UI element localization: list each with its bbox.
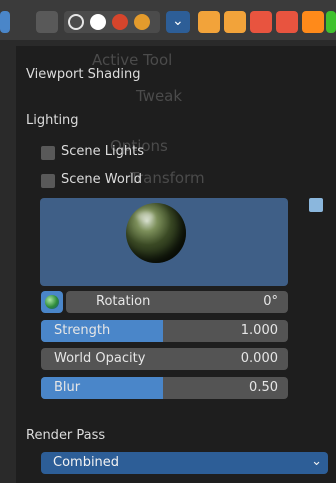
rotation-field[interactable]: Rotation 0° xyxy=(66,291,288,313)
chevron-down-icon: ⌄ xyxy=(172,13,184,29)
world-opacity-value: 0.000 xyxy=(240,351,278,366)
stop-icon[interactable] xyxy=(302,11,324,33)
chevron-down-icon: ⌄ xyxy=(311,454,322,469)
wireframe-icon[interactable] xyxy=(68,14,84,30)
world-space-lighting-toggle[interactable] xyxy=(41,291,63,313)
popup-title: Viewport Shading xyxy=(26,67,141,82)
window-icon[interactable] xyxy=(276,11,298,33)
render-pass-dropdown[interactable]: Combined ⌄ xyxy=(41,452,328,474)
overlay-button[interactable] xyxy=(36,11,58,33)
home-icon[interactable] xyxy=(224,11,246,33)
section-lighting: Lighting xyxy=(26,113,79,128)
blur-value: 0.50 xyxy=(249,380,278,395)
world-opacity-label: World Opacity xyxy=(54,351,146,366)
strength-value: 1.000 xyxy=(240,323,278,338)
scene-lights-label: Scene Lights xyxy=(61,144,144,159)
hdri-sphere-preview xyxy=(126,203,186,263)
house-icon[interactable] xyxy=(198,11,220,33)
scene-world-checkbox[interactable] xyxy=(41,174,55,188)
render-pass-label: Render Pass xyxy=(26,428,106,443)
strength-field[interactable]: Strength 1.000 xyxy=(41,320,288,342)
render-pass-value: Combined xyxy=(53,455,120,470)
blur-field[interactable]: Blur 0.50 xyxy=(41,377,288,399)
rotation-label: Rotation xyxy=(96,294,151,309)
solid-shading-icon[interactable] xyxy=(90,14,106,30)
scene-lights-checkbox[interactable] xyxy=(41,146,55,160)
shading-options-button[interactable]: ⌄ xyxy=(166,11,190,33)
view-mode-button[interactable] xyxy=(0,11,10,33)
ghost-tweak: Tweak xyxy=(136,87,183,105)
world-opacity-field[interactable]: World Opacity 0.000 xyxy=(41,348,288,370)
blur-label: Blur xyxy=(54,380,81,395)
shading-buttons xyxy=(64,11,160,33)
world-space-lighting-icon[interactable] xyxy=(309,198,323,212)
strength-label: Strength xyxy=(54,323,111,338)
world-icon xyxy=(45,295,59,309)
render-preview-icon[interactable] xyxy=(134,14,150,30)
viewport-header: ⌄ xyxy=(0,0,336,40)
rotation-value: 0° xyxy=(263,294,278,309)
building-icon[interactable] xyxy=(250,11,272,33)
green-square-icon[interactable] xyxy=(326,11,336,33)
scene-world-label: Scene World xyxy=(61,172,143,187)
material-preview-icon[interactable] xyxy=(112,14,128,30)
